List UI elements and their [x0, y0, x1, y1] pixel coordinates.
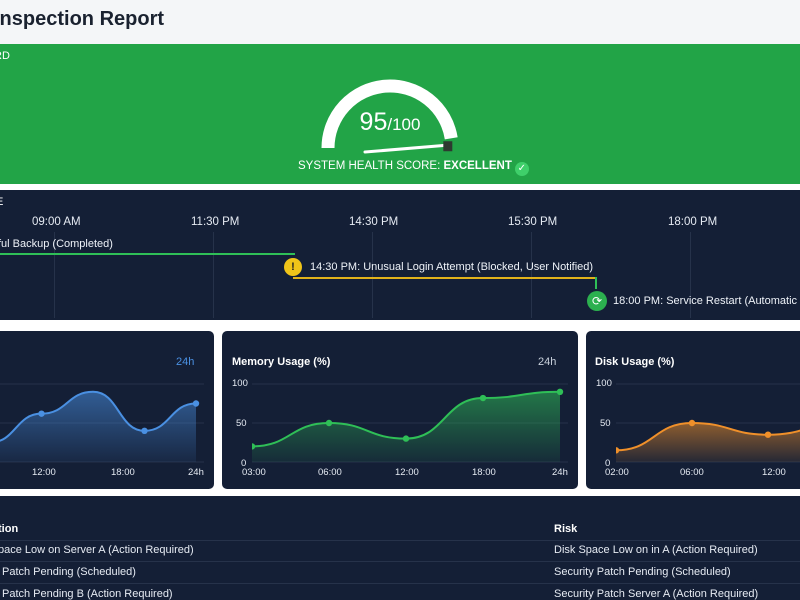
series-area: [0, 391, 196, 462]
table-cell[interactable]: Patch Pending (Scheduled): [2, 566, 136, 578]
gauge-end-marker: [443, 141, 453, 152]
card-range-label[interactable]: 24h: [538, 356, 556, 368]
x-axis-tick: 12:00: [762, 467, 786, 478]
x-axis-tick: 24h: [552, 467, 568, 478]
table-cell[interactable]: Patch Pending B (Action Required): [2, 588, 173, 600]
disk-card-title: Disk Usage (%): [595, 356, 675, 368]
data-point[interactable]: [556, 388, 564, 395]
x-axis-tick: 02:00: [605, 467, 629, 478]
y-axis-tick: 100: [596, 378, 612, 389]
card-range-label[interactable]: 24h: [176, 356, 194, 368]
data-point[interactable]: [764, 431, 772, 438]
disk-usage-chart: [616, 383, 800, 463]
y-axis-tick: 50: [600, 418, 611, 429]
gauge-needle: [363, 144, 445, 154]
memory-usage-chart: [252, 383, 568, 463]
data-point[interactable]: [192, 400, 200, 407]
data-point[interactable]: [479, 394, 487, 402]
timeline-tick: 11:30 PM: [191, 216, 240, 228]
timeline-event-connector: [595, 277, 597, 289]
timeline-gridline: [213, 232, 214, 318]
timeline-gridline: [372, 232, 373, 318]
x-axis-tick: 06:00: [680, 467, 704, 478]
data-point[interactable]: [402, 435, 410, 442]
timeline-tick: 14:30 PM: [349, 216, 399, 228]
health-panel-label: RD: [0, 50, 10, 62]
page-title: Inspection Report: [0, 8, 165, 30]
table-divider: [0, 583, 800, 584]
health-status-prefix: SYSTEM HEALTH SCORE:: [298, 160, 444, 172]
timeline-tick: 09:00 AM: [32, 216, 81, 228]
health-score-readout: 95/100: [320, 108, 460, 137]
check-circle-icon: ✓: [514, 162, 529, 176]
warning-icon: !: [284, 258, 302, 276]
y-axis-tick: 50: [236, 418, 247, 429]
x-axis-tick: 24h: [188, 467, 204, 478]
table-cell[interactable]: Disk Space Low on in A (Action Required): [554, 544, 758, 556]
table-cell[interactable]: Security Patch Pending (Scheduled): [554, 566, 731, 578]
timeline-gridline: [531, 232, 532, 318]
health-score-max: /100: [387, 115, 421, 134]
timeline-event-backup[interactable]: ful Backup (Completed): [0, 238, 113, 250]
data-point[interactable]: [325, 419, 333, 427]
timeline-event-service-restart[interactable]: 18:00 PM: Service Restart (Automatic R: [613, 295, 800, 307]
timeline-event-connector: [293, 277, 597, 279]
memory-card-title: Memory Usage (%): [232, 356, 331, 368]
data-point[interactable]: [38, 410, 45, 417]
timeline-tick: 15:30 PM: [508, 216, 558, 228]
y-axis-tick: 100: [232, 378, 248, 389]
health-status-text: SYSTEM HEALTH SCORE: EXCELLENT ✓: [298, 160, 529, 176]
x-axis-tick: 18:00: [472, 467, 496, 478]
timeline-label: E: [0, 196, 3, 208]
table-divider: [0, 561, 800, 562]
health-status-value: EXCELLENT: [443, 160, 512, 172]
usage-chart-left: [0, 383, 204, 463]
refresh-icon: ⟳: [587, 291, 607, 311]
section-divider: [0, 320, 800, 328]
timeline-event-connector: [0, 253, 295, 255]
x-axis-tick: 03:00: [242, 467, 266, 478]
table-divider: [0, 540, 800, 541]
x-axis-tick: 12:00: [32, 467, 56, 478]
timeline-event-login-attempt[interactable]: 14:30 PM: Unusual Login Attempt (Blocked…: [310, 261, 593, 273]
table-header-risk[interactable]: Risk: [554, 523, 577, 535]
health-score-value: 95: [359, 108, 388, 136]
table-cell[interactable]: Security Patch Server A (Action Required…: [554, 588, 758, 600]
x-axis-tick: 12:00: [395, 467, 419, 478]
timeline-tick: 18:00 PM: [668, 216, 718, 228]
x-axis-tick: 18:00: [111, 467, 135, 478]
data-point[interactable]: [688, 419, 696, 427]
table-header-action[interactable]: tion: [0, 523, 18, 535]
x-axis-tick: 06:00: [318, 467, 342, 478]
table-cell[interactable]: pace Low on Server A (Action Required): [0, 544, 194, 556]
data-point[interactable]: [141, 427, 148, 434]
series-area: [252, 391, 560, 462]
